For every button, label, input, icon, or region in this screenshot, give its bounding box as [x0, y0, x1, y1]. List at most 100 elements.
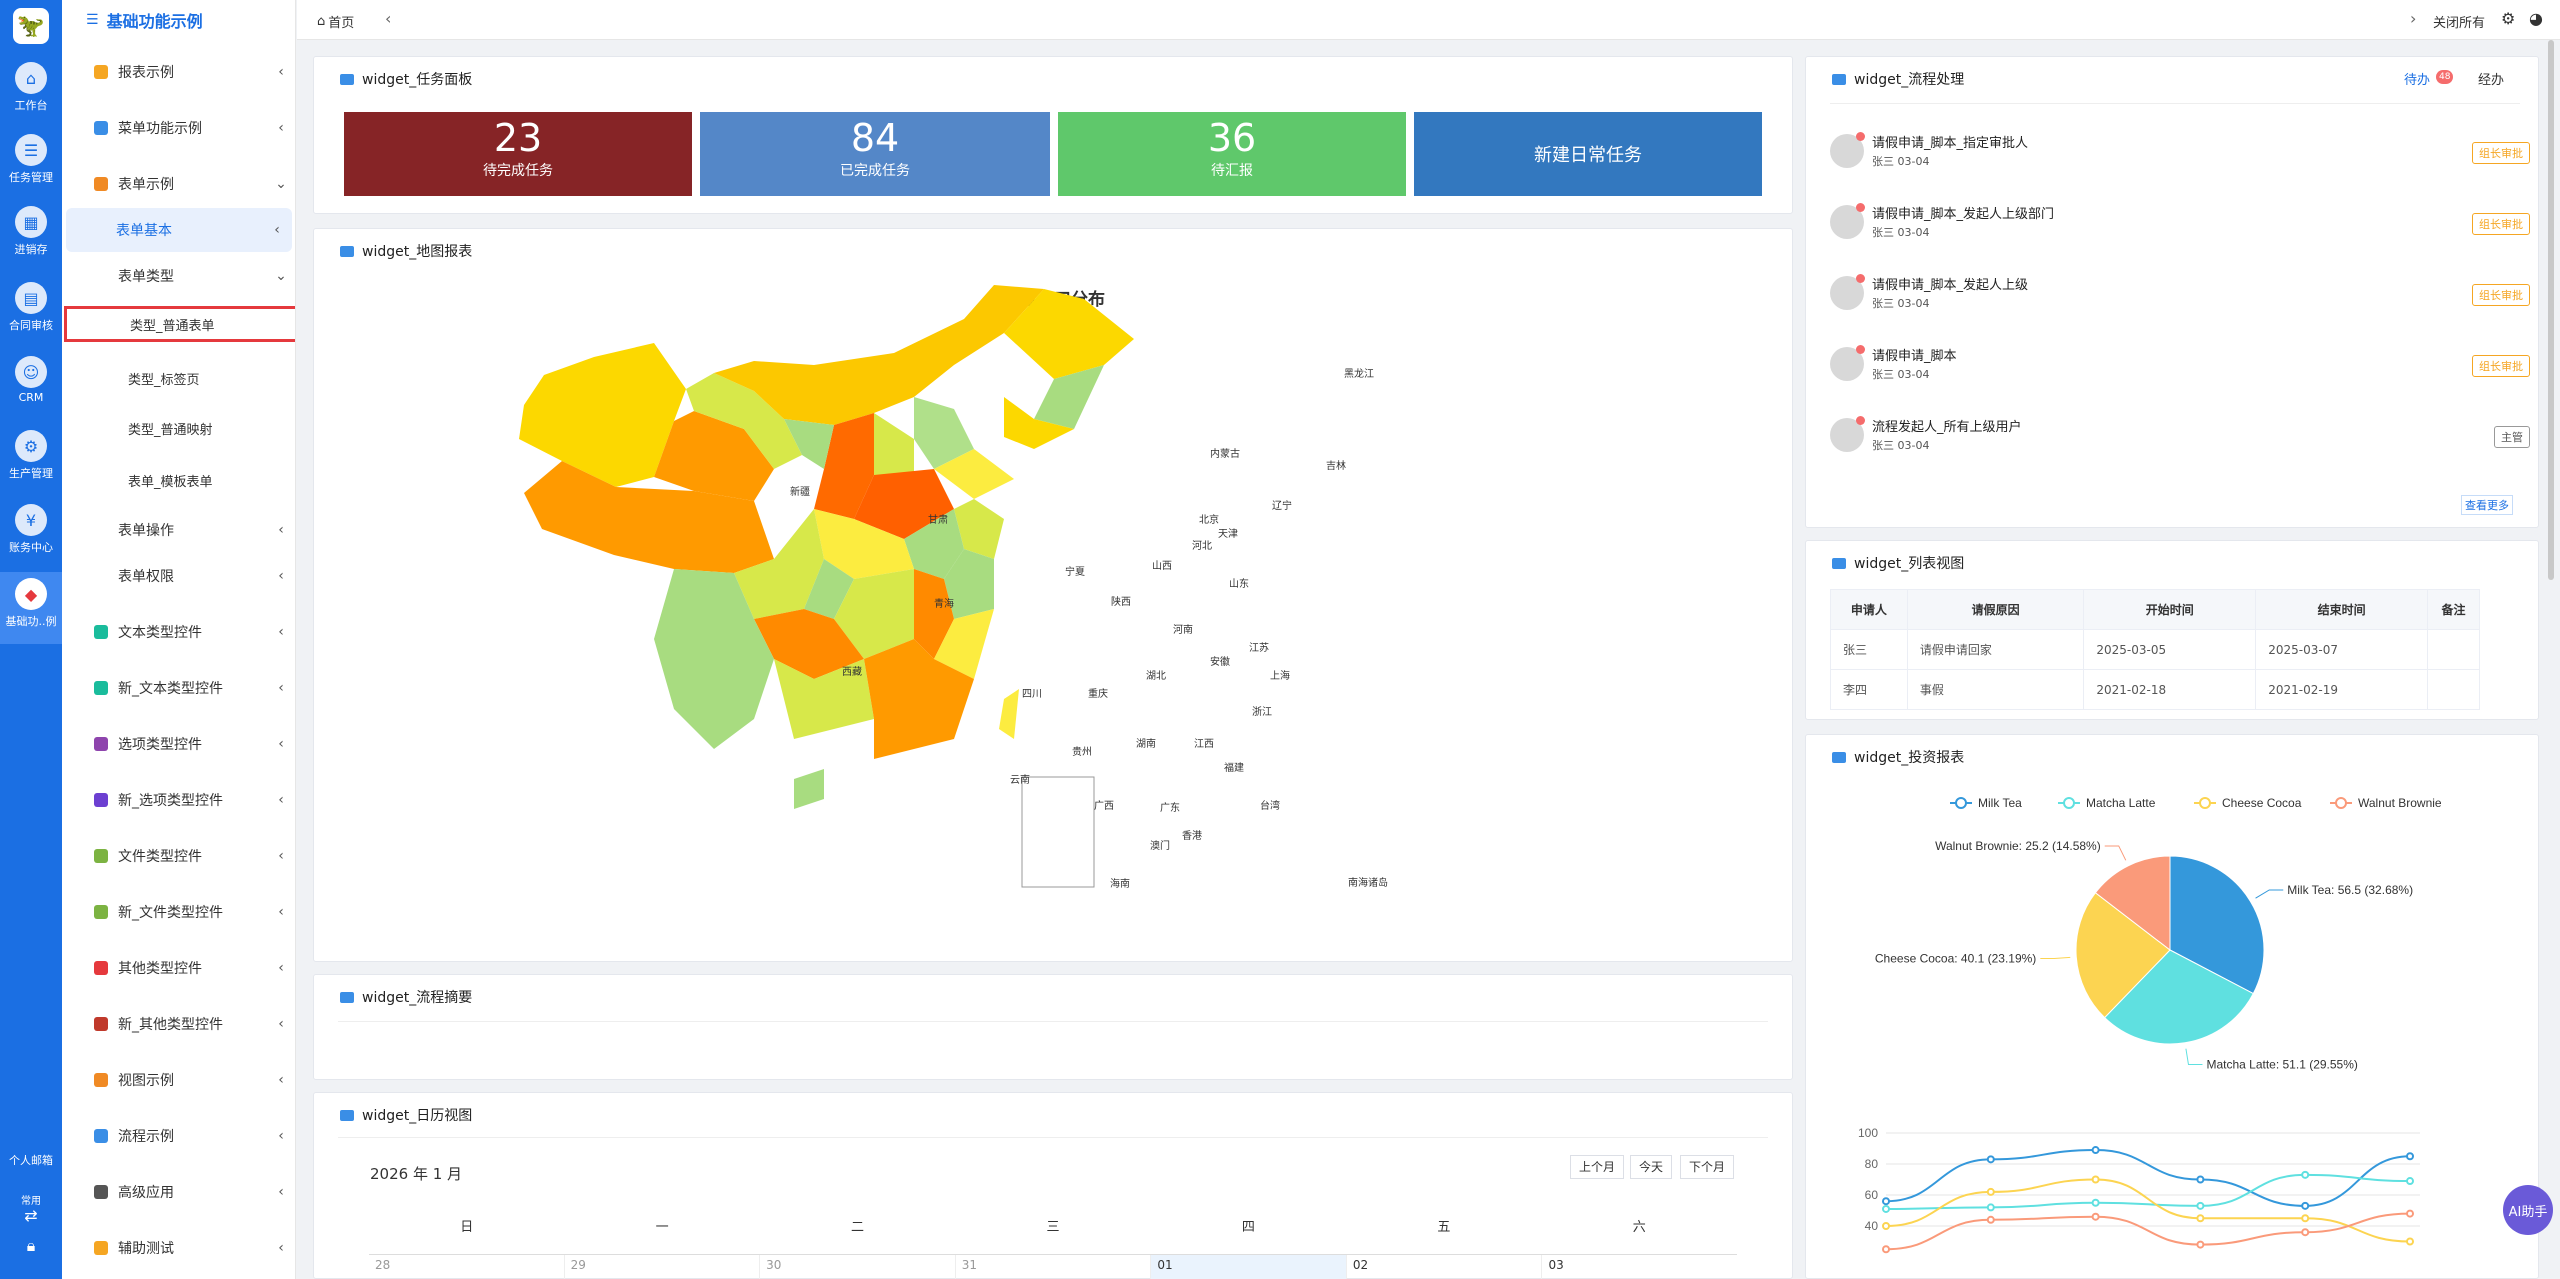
rail-item-tasks[interactable]: ☰ 任务管理 — [0, 128, 62, 200]
mailbox-link[interactable]: 个人邮箱 — [0, 1152, 62, 1168]
tab-todo[interactable]: 待办 — [2404, 69, 2430, 88]
column-header[interactable]: 备注 — [2427, 589, 2480, 630]
province-label-xizang: 西藏 — [842, 667, 862, 678]
calendar-day[interactable]: 29 — [565, 1255, 761, 1279]
rail-item-contract[interactable]: ▤ 合同审核 — [0, 276, 62, 348]
close-all-button[interactable]: 关闭所有 — [2433, 12, 2485, 31]
menu-item-option-controls[interactable]: 选项类型控件 ‹ — [62, 722, 295, 766]
chevron-down-icon: ⌄ — [275, 176, 287, 192]
menu-item-view-demo[interactable]: 视图示例 ‹ — [62, 1058, 295, 1102]
menu-item-form-basic[interactable]: 表单基本 ‹ — [66, 208, 292, 252]
todo-item[interactable]: 请假申请_脚本 张三 03-04 组长审批 — [1830, 335, 2530, 405]
ai-assistant-button[interactable]: AI助手 — [2503, 1185, 2553, 1235]
summary-panel: widget_流程摘要 — [313, 974, 1793, 1080]
menu-label: 辅助测试 — [118, 1241, 174, 1257]
rail-item-inventory[interactable]: ▦ 进销存 — [0, 200, 62, 272]
table-row[interactable]: 张三 请假申请回家 2025-03-05 2025-03-07 — [1830, 629, 2480, 670]
calendar-day[interactable]: 30 — [760, 1255, 956, 1279]
todo-item[interactable]: 请假申请_脚本_发起人上级 张三 03-04 组长审批 — [1830, 264, 2530, 334]
menu-item-template-form[interactable]: 表单_模板表单 — [62, 458, 295, 502]
calendar-day[interactable]: 03 — [1542, 1255, 1737, 1279]
checkbox-icon — [94, 793, 108, 807]
rail-item-workbench[interactable]: ⌂ 工作台 — [0, 56, 62, 128]
menu-item-flow-demo[interactable]: 流程示例 ‹ — [62, 1114, 295, 1158]
menu-item-new-text-controls[interactable]: 新_文本类型控件 ‹ — [62, 666, 295, 710]
side-menu: ☰ 基础功能示例 报表示例 ‹ 菜单功能示例 ‹ 表单示例 ⌄ 表单基本 ‹ 表单类型 ⌄ … — [62, 0, 296, 1279]
rail-label: CRM — [18, 391, 44, 404]
rail-item-finance[interactable]: ¥ 账务中心 — [0, 498, 62, 570]
todo-item[interactable]: 请假申请_脚本_发起人上级部门 张三 03-04 组长审批 — [1830, 193, 2530, 263]
series-line — [1885, 1178, 2411, 1243]
stat-pending-tasks[interactable]: 23 待完成任务 — [344, 112, 692, 196]
menu-item-file-controls[interactable]: 文件类型控件 ‹ — [62, 834, 295, 878]
rail-item-crm[interactable]: ☺ CRM — [0, 350, 62, 422]
new-daily-task-button[interactable]: 新建日常任务 — [1414, 112, 1762, 196]
panel-title-text: widget_流程摘要 — [362, 990, 473, 1006]
column-header[interactable]: 申请人 — [1830, 589, 1908, 630]
menu-item-type-tabs[interactable]: 类型_标签页 — [62, 356, 295, 400]
menu-item-advanced[interactable]: 高级应用 ‹ — [62, 1170, 295, 1214]
weekday: 五 — [1437, 1220, 1451, 1235]
province-label-xinjiang: 新疆 — [790, 487, 810, 498]
next-month-button[interactable]: 下个月 — [1680, 1155, 1735, 1179]
pie-chart[interactable]: Milk Tea Matcha Latte Cheese Cocoa Walnut B… — [1820, 780, 2520, 1080]
settings-icon[interactable]: ⚙ — [2501, 9, 2515, 28]
cube-icon — [94, 961, 108, 975]
prev-month-button[interactable]: 上个月 — [1570, 1155, 1625, 1179]
chevron-left-icon: ‹ — [278, 624, 284, 640]
todo-sub: 张三 03-04 — [1872, 155, 1930, 168]
column-header[interactable]: 结束时间 — [2255, 589, 2429, 630]
today-button[interactable]: 今天 — [1630, 1155, 1673, 1179]
province-label-chongqing: 重庆 — [1088, 689, 1108, 700]
stat-to-report[interactable]: 36 待汇报 — [1058, 112, 1406, 196]
palette-icon[interactable]: ◕ — [2529, 9, 2543, 28]
menu-item-test-aid[interactable]: 辅助测试 ‹ — [62, 1226, 295, 1270]
chevron-left-icon: ‹ — [278, 1184, 284, 1200]
province-label-henan: 河南 — [1173, 625, 1193, 636]
widget-icon — [340, 245, 354, 257]
stat-done-tasks[interactable]: 84 已完成任务 — [700, 112, 1050, 196]
menu-item-form-ops[interactable]: 表单操作 ‹ — [62, 508, 295, 552]
legend-label: Cheese Cocoa — [2222, 796, 2302, 810]
menu-item-form-demo[interactable]: 表单示例 ⌄ — [62, 162, 295, 206]
calendar-day-today[interactable]: 01 — [1151, 1255, 1347, 1279]
app-logo-icon[interactable]: 🦖 — [13, 8, 49, 44]
menu-item-type-normal-form[interactable]: 类型_普通表单 — [64, 306, 295, 342]
menu-item-form-perm[interactable]: 表单权限 ‹ — [62, 554, 295, 598]
menu-item-new-file-controls[interactable]: 新_文件类型控件 ‹ — [62, 890, 295, 934]
view-more-link[interactable]: 查看更多 — [2461, 495, 2513, 515]
menu-item-form-type[interactable]: 表单类型 ⌄ — [62, 254, 295, 298]
column-header[interactable]: 开始时间 — [2083, 589, 2257, 630]
menu-item-menu-demo[interactable]: 菜单功能示例 ‹ — [62, 106, 295, 150]
china-map[interactable] — [314, 279, 1794, 959]
menu-item-type-mapping[interactable]: 类型_普通映射 — [62, 406, 295, 450]
column-header[interactable]: 请假原因 — [1906, 589, 2085, 630]
todo-item[interactable]: 流程发起人_所有上级用户 张三 03-04 主管 — [1830, 406, 2530, 476]
page-scrollbar[interactable] — [2548, 40, 2554, 580]
lock-icon[interactable]: 🔒︎ — [0, 1236, 62, 1256]
calendar-day[interactable]: 31 — [956, 1255, 1152, 1279]
home-tab[interactable]: ⌂ 首页 — [317, 12, 354, 31]
folder-icon — [94, 905, 108, 919]
menu-item-new-other-controls[interactable]: 新_其他类型控件 ‹ — [62, 1002, 295, 1046]
calendar-day[interactable]: 28 — [369, 1255, 565, 1279]
todo-item[interactable]: 请假申请_脚本_指定审批人 张三 03-04 组长审批 — [1830, 122, 2530, 192]
tab-done[interactable]: 经办 — [2478, 69, 2504, 88]
menu-item-new-option-controls[interactable]: 新_选项类型控件 ‹ — [62, 778, 295, 822]
menu-label: 表单_模板表单 — [128, 474, 213, 490]
menu-label: 表单类型 — [118, 269, 174, 285]
tabs-scroll-right-icon[interactable]: › — [2410, 9, 2416, 28]
task-panel-title: widget_任务面板 — [340, 69, 472, 89]
list-panel-title: widget_列表视图 — [1832, 553, 1964, 573]
tabs-scroll-left-icon[interactable]: ‹ — [385, 9, 391, 28]
table-row[interactable]: 李四 事假 2021-02-18 2021-02-19 — [1830, 669, 2480, 710]
swap-icon[interactable]: ⇄ — [0, 1206, 62, 1225]
menu-item-report[interactable]: 报表示例 ‹ — [62, 50, 295, 94]
rail-item-basic[interactable]: ◆ 基础功..例 — [0, 572, 62, 644]
menu-item-text-controls[interactable]: 文本类型控件 ‹ — [62, 610, 295, 654]
line-chart[interactable]: 100 80 60 40 — [1820, 1119, 2520, 1279]
flow-panel-title: widget_流程处理 — [1832, 69, 1964, 89]
rail-item-production[interactable]: ⚙ 生产管理 — [0, 424, 62, 496]
menu-item-other-controls[interactable]: 其他类型控件 ‹ — [62, 946, 295, 990]
calendar-day[interactable]: 02 — [1347, 1255, 1543, 1279]
